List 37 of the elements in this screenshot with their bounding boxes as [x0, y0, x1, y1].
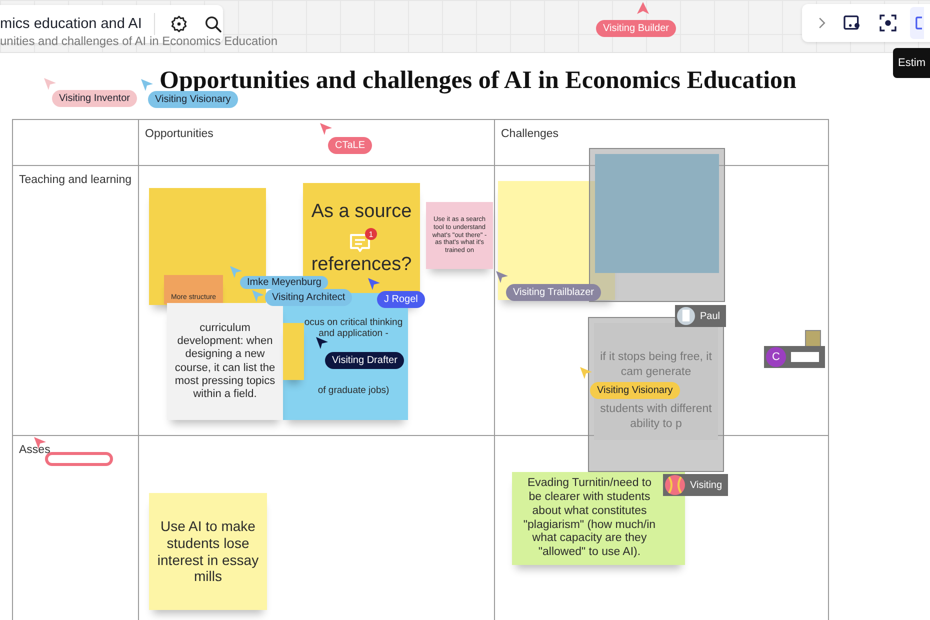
note-text: students with different ability to p	[599, 402, 713, 432]
settings-icon[interactable]	[168, 14, 189, 34]
cursor-label: Visiting Builder	[596, 20, 676, 37]
cursor-label: Visiting Visionary	[590, 382, 680, 399]
avatar-icon	[665, 475, 685, 495]
note-text: Evading Turnitin/need to be clearer with students about what constitutes "plagiarism" (how much/in what capacity are they "allowed" to use AI).	[522, 477, 657, 560]
sticky-note[interactable]: Use AI to make students lose interest in essay mills	[149, 493, 267, 610]
note-text: curriculum development: when designing a new course, it can list the most pressing topics within a field.	[174, 322, 276, 402]
note-text: As a source	[311, 201, 412, 224]
cursor-label: J Rogel	[377, 291, 425, 308]
tooltip: Estim	[893, 48, 930, 78]
table-cell: Teaching and learning	[13, 166, 139, 436]
avatar-icon: C	[766, 347, 786, 367]
name-mask	[791, 352, 819, 362]
cursor-label: Visiting Trailblazer	[506, 284, 601, 301]
cursor-label: Visiting Drafter	[325, 352, 404, 369]
sticky-note[interactable]: curriculum development: when designing a new course, it can list the most pressing topics within a field.	[167, 303, 283, 420]
cursor-label: CTaLE	[328, 137, 372, 154]
comment-icon[interactable]	[348, 232, 372, 254]
avatar-icon	[677, 307, 695, 325]
note-text: ocus on critical thinking and application -	[303, 317, 404, 340]
cursor-label	[45, 452, 113, 466]
editor-name: Visiting	[690, 480, 722, 490]
cursor-label: Visiting Inventor	[52, 90, 137, 107]
note-text: if it stops being free, it cam generate	[599, 350, 713, 380]
cursor-label: Visiting Visionary	[148, 91, 238, 108]
tool-button[interactable]	[910, 7, 924, 39]
focus-icon[interactable]	[878, 13, 898, 33]
small-sticky-note	[805, 330, 821, 347]
sticky-note[interactable]: Evading Turnitin/need to be clearer with students about what constitutes "plagiarism" (how much/in what capacity are they "allowed" to use AI).	[512, 472, 685, 565]
note-text: references?	[311, 254, 412, 277]
chevron-right-icon[interactable]	[818, 17, 826, 29]
note-text: Use AI to make students lose interest in essay mills	[156, 518, 260, 586]
search-icon[interactable]	[202, 14, 223, 34]
board-title[interactable]: mics education and AI	[0, 16, 142, 32]
note-text: of graduate jobs)	[318, 384, 390, 396]
frame-label[interactable]: unities and challenges of AI in Economics Education	[0, 34, 278, 48]
